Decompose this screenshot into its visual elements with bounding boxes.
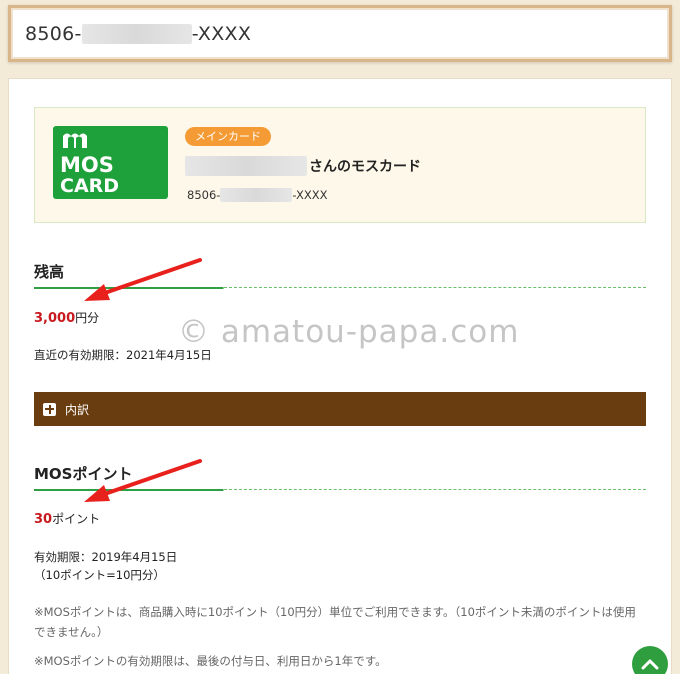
card-detail-panel: MOS CARD メインカード さんのモスカード 8506- -XXXX 残高 …: [8, 78, 672, 674]
logo-text-card: CARD: [60, 175, 119, 197]
breakdown-label: 内訳: [65, 402, 90, 417]
points-note-expiry: ※MOSポイントの有効期限は、最後の付与日、利用日から1年です。: [34, 654, 387, 668]
points-expiry: 有効期限：2019年4月15日: [34, 550, 178, 564]
main-card-badge: メインカード: [185, 127, 271, 146]
card-info-box: MOS CARD メインカード さんのモスカード 8506- -XXXX: [34, 107, 646, 223]
balance-title: 残高: [34, 263, 65, 281]
mos-card-logo: MOS CARD: [53, 126, 168, 199]
holder-suffix: さんのモスカード: [309, 159, 421, 175]
masked-digits: [81, 23, 192, 44]
chevron-up-icon: [641, 659, 659, 670]
card-number-display: 8506- -XXXX: [25, 23, 251, 45]
card-holder-name: さんのモスカード: [185, 156, 421, 176]
points-note-usage: ※MOSポイントは、商品購入時に10ポイント（10円分）単位でご利用できます。（…: [34, 605, 636, 639]
logo-text-mos: MOS: [60, 153, 114, 177]
points-amount: 30ポイント: [34, 510, 100, 527]
card-number-suffix: -XXXX: [191, 22, 252, 45]
scroll-to-top-button[interactable]: [632, 646, 668, 674]
card-number-prefix: 8506-: [25, 22, 82, 45]
balance-value: 3,000: [34, 311, 76, 326]
balance-amount: 3,000円分: [34, 309, 99, 326]
card-number-small-suffix: -XXXX: [292, 188, 328, 202]
watermark-text: © amatou-papa.com: [178, 314, 520, 350]
points-rate: （10ポイント=10円分）: [34, 568, 165, 582]
card-number-header: 8506- -XXXX: [8, 5, 672, 62]
annotation-arrow-points: [84, 459, 202, 502]
masked-holder-name: [185, 156, 307, 176]
card-number-small: 8506- -XXXX: [187, 188, 328, 202]
plus-icon: [43, 402, 56, 416]
points-unit: ポイント: [52, 512, 101, 526]
annotation-arrow-balance: [84, 258, 202, 301]
masked-digits-small: [220, 188, 293, 202]
balance-unit: 円分: [75, 311, 100, 325]
card-number-small-prefix: 8506-: [187, 188, 221, 202]
breakdown-toggle[interactable]: 内訳: [34, 392, 646, 426]
points-value: 30: [34, 512, 53, 527]
